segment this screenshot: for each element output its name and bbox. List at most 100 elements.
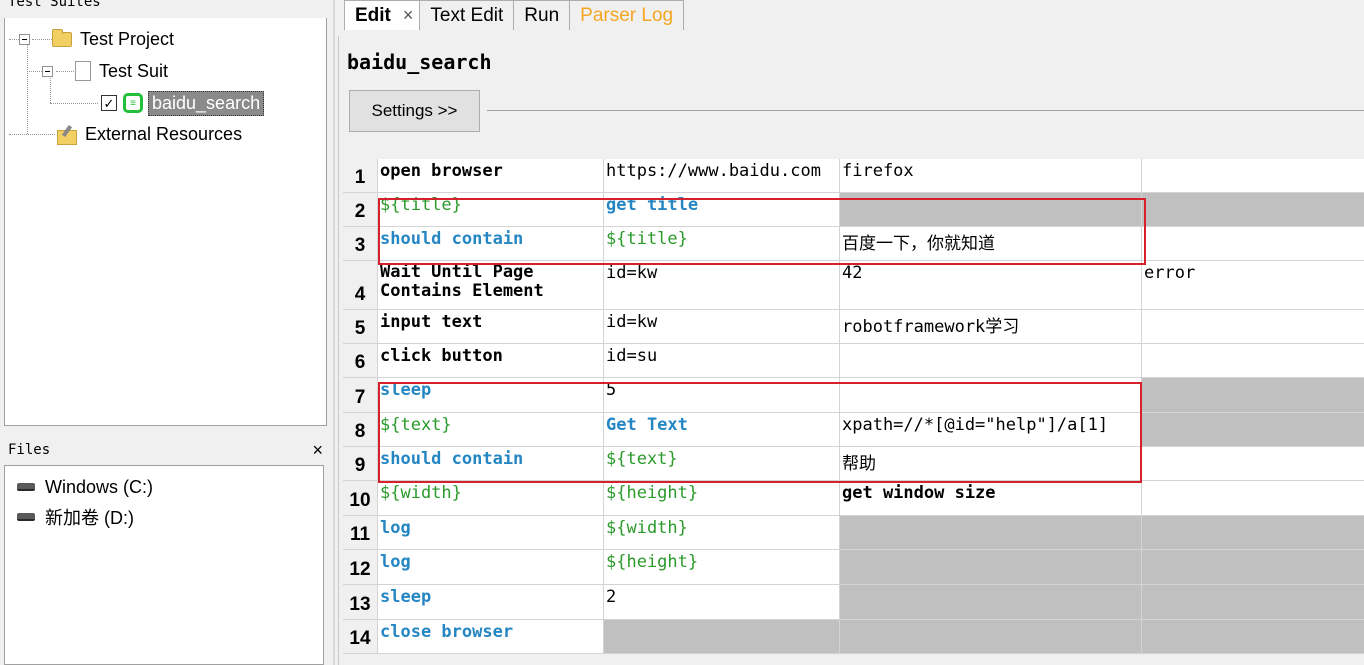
grid-cell[interactable]: id=su xyxy=(604,344,840,378)
grid-cell[interactable] xyxy=(1142,193,1364,227)
grid-cell[interactable]: 5 xyxy=(604,378,840,413)
drive-item[interactable]: Windows (C:) xyxy=(17,474,153,500)
settings-button[interactable]: Settings >> xyxy=(349,90,480,132)
row-number[interactable]: 12 xyxy=(343,550,378,585)
tab-label: Parser Log xyxy=(580,4,674,26)
grid-cell[interactable] xyxy=(1142,481,1364,516)
grid-cell[interactable]: open browser xyxy=(378,159,604,193)
grid-cell[interactable] xyxy=(840,620,1142,654)
grid-cell[interactable]: 帮助 xyxy=(840,447,1142,481)
row-number[interactable]: 14 xyxy=(343,620,378,654)
tab-parser-log[interactable]: Parser Log xyxy=(569,0,685,30)
grid-cell[interactable]: xpath=//*[@id="help"]/a[1] xyxy=(840,413,1142,447)
grid-cell[interactable]: ${title} xyxy=(378,193,604,227)
grid-cell[interactable]: Get Text xyxy=(604,413,840,447)
grid-cell[interactable] xyxy=(1142,585,1364,620)
collapse-icon[interactable] xyxy=(42,65,53,77)
grid-cell[interactable]: ${width} xyxy=(378,481,604,516)
grid-cell[interactable]: robotframework学习 xyxy=(840,310,1142,344)
tree-item-testcase[interactable]: ✓ ≡ baidu_search xyxy=(101,90,265,116)
row-number[interactable]: 11 xyxy=(343,516,378,550)
row-number[interactable]: 8 xyxy=(343,413,378,447)
test-suites-tree: Test Project Test Suit ✓ ≡ baidu_search … xyxy=(4,18,327,426)
grid-cell[interactable]: 42 xyxy=(840,261,1142,310)
tab-label: Run xyxy=(524,4,560,26)
grid-cell[interactable]: log xyxy=(378,550,604,585)
grid-cell[interactable]: sleep xyxy=(378,378,604,413)
test-suites-title: Test Suites xyxy=(8,0,101,10)
grid-cell[interactable]: sleep xyxy=(378,585,604,620)
row-number[interactable]: 4 xyxy=(343,261,378,310)
row-number[interactable]: 2 xyxy=(343,193,378,227)
tab-text-edit[interactable]: Text Edit xyxy=(419,0,515,30)
row-number[interactable]: 13 xyxy=(343,585,378,620)
collapse-icon[interactable] xyxy=(19,33,30,45)
grid-cell[interactable]: https://www.baidu.com xyxy=(604,159,840,193)
grid-cell[interactable] xyxy=(1142,550,1364,585)
grid-row: 12 log ${height} xyxy=(343,550,1364,585)
grid-cell[interactable] xyxy=(1142,159,1364,193)
editor-tabs: Edit × Text Edit Run Parser Log xyxy=(336,0,685,30)
grid-cell[interactable]: ${text} xyxy=(604,447,840,481)
grid-cell[interactable] xyxy=(1142,413,1364,447)
grid-cell[interactable]: id=kw xyxy=(604,310,840,344)
drive-item[interactable]: 新加卷 (D:) xyxy=(17,504,134,530)
grid-cell[interactable]: ${height} xyxy=(604,550,840,585)
grid-cell[interactable] xyxy=(1142,310,1364,344)
grid-cell[interactable] xyxy=(1142,516,1364,550)
row-number[interactable]: 5 xyxy=(343,310,378,344)
tree-item-label: External Resources xyxy=(85,123,243,144)
grid-cell[interactable]: should contain xyxy=(378,227,604,261)
grid-cell[interactable]: Wait Until Page Contains Element xyxy=(378,261,604,310)
grid-cell[interactable] xyxy=(1142,378,1364,413)
grid-cell[interactable]: get title xyxy=(604,193,840,227)
row-number[interactable]: 1 xyxy=(343,159,378,193)
row-number[interactable]: 9 xyxy=(343,447,378,481)
tab-run[interactable]: Run xyxy=(513,0,571,30)
grid-cell[interactable]: get window size xyxy=(840,481,1142,516)
close-icon[interactable]: × xyxy=(312,440,323,461)
grid-cell[interactable] xyxy=(1142,620,1364,654)
tree-item-suite[interactable]: Test Suit xyxy=(42,59,168,83)
row-number[interactable]: 7 xyxy=(343,378,378,413)
grid-cell[interactable]: ${height} xyxy=(604,481,840,516)
grid-cell[interactable]: error xyxy=(1142,261,1364,310)
grid-cell[interactable] xyxy=(840,193,1142,227)
grid-cell[interactable]: close browser xyxy=(378,620,604,654)
grid-cell[interactable] xyxy=(840,344,1142,378)
tab-label: Text Edit xyxy=(430,4,504,26)
grid-cell[interactable]: should contain xyxy=(378,447,604,481)
grid-cell[interactable]: click button xyxy=(378,344,604,378)
checkbox-icon[interactable]: ✓ xyxy=(101,95,117,111)
grid-cell[interactable]: ${width} xyxy=(604,516,840,550)
close-icon[interactable]: × xyxy=(403,5,414,26)
grid-cell[interactable] xyxy=(1142,344,1364,378)
grid-row: 1 open browser https://www.baidu.com firefo… xyxy=(343,159,1364,193)
tree-item-project[interactable]: Test Project xyxy=(19,27,174,51)
grid-cell[interactable] xyxy=(840,550,1142,585)
grid-cell[interactable] xyxy=(1142,227,1364,261)
row-number[interactable]: 3 xyxy=(343,227,378,261)
grid-cell[interactable]: 百度一下，你就知道 xyxy=(840,227,1142,261)
left-panel: Test Suites Test Project Test Suit ✓ ≡ b… xyxy=(0,0,336,665)
editor-panel: Edit × Text Edit Run Parser Log baidu_se… xyxy=(336,0,1364,665)
tab-edit[interactable]: Edit × xyxy=(344,0,421,30)
row-number[interactable]: 6 xyxy=(343,344,378,378)
row-number[interactable]: 10 xyxy=(343,481,378,516)
grid-cell[interactable] xyxy=(840,378,1142,413)
grid-cell[interactable] xyxy=(1142,447,1364,481)
grid-cell[interactable]: log xyxy=(378,516,604,550)
grid-cell[interactable] xyxy=(840,516,1142,550)
files-tree: Windows (C:) 新加卷 (D:) xyxy=(4,465,324,665)
grid-cell[interactable]: 2 xyxy=(604,585,840,620)
grid-cell[interactable]: ${text} xyxy=(378,413,604,447)
tree-item-external-resources[interactable]: External Resources xyxy=(55,122,242,146)
grid-cell[interactable]: input text xyxy=(378,310,604,344)
grid-cell[interactable] xyxy=(604,620,840,654)
grid-cell[interactable]: id=kw xyxy=(604,261,840,310)
grid-row: 7 sleep 5 xyxy=(343,378,1364,413)
grid-cell[interactable]: firefox xyxy=(840,159,1142,193)
grid-row: 4 Wait Until Page Contains Element id=kw 42… xyxy=(343,261,1364,310)
grid-cell[interactable]: ${title} xyxy=(604,227,840,261)
grid-cell[interactable] xyxy=(840,585,1142,620)
